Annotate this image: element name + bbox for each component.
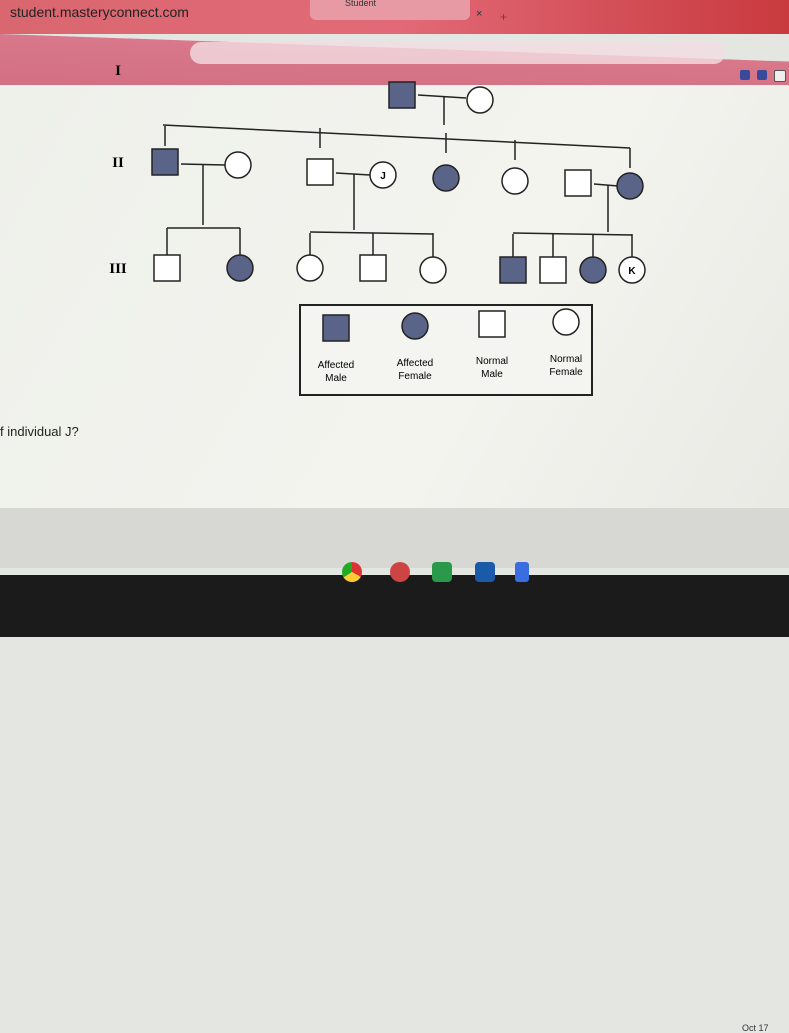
affected-female-symbol bbox=[616, 172, 644, 200]
normal-female-symbol bbox=[552, 308, 580, 336]
generation-label: III bbox=[109, 261, 127, 277]
normal-male-symbol bbox=[564, 169, 592, 197]
affected-male-symbol bbox=[388, 81, 416, 109]
outlook-icon[interactable] bbox=[432, 562, 452, 582]
app-icon[interactable] bbox=[390, 562, 410, 582]
pedigree-line bbox=[512, 232, 633, 236]
affected-female-symbol bbox=[432, 164, 460, 192]
normal-male-symbol bbox=[153, 254, 181, 282]
affected-female-symbol bbox=[226, 254, 254, 282]
affected-male-symbol bbox=[499, 256, 527, 284]
normal-female-symbol bbox=[501, 167, 529, 195]
pedigree-line bbox=[593, 183, 619, 187]
legend-label: Affected bbox=[318, 360, 355, 371]
files-icon[interactable] bbox=[475, 562, 495, 582]
docs-icon[interactable] bbox=[515, 562, 529, 582]
chrome-icon[interactable] bbox=[342, 562, 362, 582]
legend-label: Normal bbox=[550, 354, 582, 365]
date-label[interactable]: Oct 17 bbox=[742, 1023, 769, 1033]
normal-male-symbol bbox=[306, 158, 334, 186]
affected-male-symbol bbox=[151, 148, 179, 176]
normal-female-symbol bbox=[419, 256, 447, 284]
generation-label: I bbox=[115, 63, 121, 79]
normal-female-symbol bbox=[224, 151, 252, 179]
affected-female-symbol bbox=[579, 256, 607, 284]
bezel bbox=[0, 575, 789, 637]
pedigree-line bbox=[180, 163, 226, 166]
normal-female-symbol bbox=[296, 254, 324, 282]
question-text: f individual J? bbox=[0, 424, 79, 439]
legend-label: Male bbox=[325, 373, 347, 384]
normal-male-symbol bbox=[359, 254, 387, 282]
affected-male-symbol bbox=[322, 314, 350, 342]
pedigree-line bbox=[309, 231, 434, 235]
legend-label: Normal bbox=[476, 356, 508, 367]
generation-label: II bbox=[112, 155, 124, 171]
normal-female-symbol bbox=[466, 86, 494, 114]
shelf: Oct 17 bbox=[0, 508, 789, 1033]
legend-label: Affected bbox=[397, 358, 434, 369]
pedigree-line bbox=[335, 172, 371, 176]
normal-male-symbol bbox=[539, 256, 567, 284]
legend-label: Female bbox=[549, 367, 583, 378]
pedigree-line bbox=[417, 94, 467, 99]
affected-female-symbol bbox=[401, 312, 429, 340]
individual-label: K bbox=[628, 266, 636, 277]
pedigree-line bbox=[162, 124, 631, 149]
legend-label: Male bbox=[481, 369, 503, 380]
legend-label: Female bbox=[398, 371, 432, 382]
normal-male-symbol bbox=[478, 310, 506, 338]
individual-label: J bbox=[380, 171, 386, 182]
